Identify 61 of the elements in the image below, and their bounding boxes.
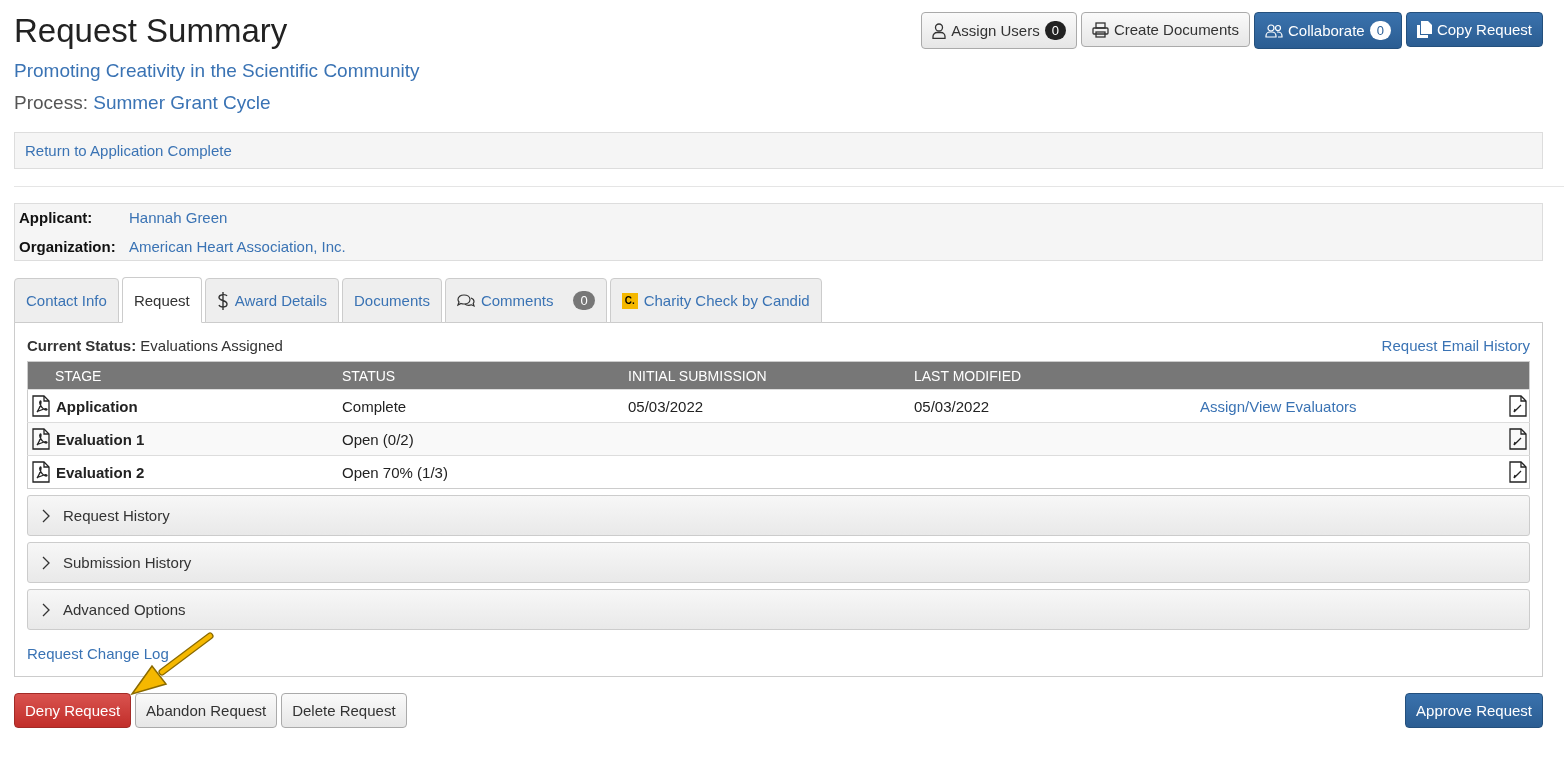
page-title: Request Summary [14,12,289,50]
chat-icon [456,293,475,308]
table-cell: Open 70% (1/3) [342,463,448,481]
users-icon [1265,23,1283,38]
field-label: Applicant: [19,209,93,226]
table-cell: 05/03/2022 [914,397,990,415]
header-button[interactable]: Assign Users 0 [921,12,1077,49]
header-button[interactable]: Collaborate 0 [1254,12,1402,49]
collapsible-section[interactable]: Advanced Options [27,589,1530,630]
field-link[interactable]: American Heart Association, Inc. [129,238,346,255]
action-button[interactable]: Approve Request [1405,693,1543,728]
dollar-icon [216,290,229,311]
tab[interactable]: Documents [342,278,442,323]
column-header: STATUS [342,361,628,390]
current-status: Current Status: Evaluations Assigned [27,337,283,354]
process-link[interactable]: Summer Grant Cycle [93,92,271,113]
field-label: Organization: [19,238,116,255]
column-header: STAGE [27,361,342,390]
return-link[interactable]: Return to Application Complete [25,142,232,159]
process-label: Process: [14,92,88,113]
collapsible-section[interactable]: Submission History [27,542,1530,583]
chevron-right-icon [42,555,51,570]
printer-icon [1091,21,1109,38]
chevron-right-icon [42,508,51,523]
tab[interactable]: Comments 0 [444,278,607,323]
request-title-link[interactable]: Promoting Creativity in the Scientific Community [14,60,420,81]
stage-name: Evaluation 1 [56,430,145,448]
pdf-file-icon[interactable] [32,428,50,450]
candid-logo: C. [621,292,638,309]
field-link[interactable]: Hannah Green [129,209,228,226]
edit-file-icon[interactable] [1509,395,1527,417]
table-cell: Complete [342,397,407,415]
edit-file-icon[interactable] [1509,428,1527,450]
tab[interactable]: C. Charity Check by Candid [609,278,822,323]
copy-icon [1416,21,1432,38]
action-button[interactable]: Delete Request [281,693,407,728]
user-icon [932,22,947,39]
count-badge: 0 [1369,21,1391,40]
tab[interactable]: Request [121,277,202,323]
action-button[interactable]: Abandon Request [135,693,278,728]
action-button[interactable]: Deny Request [14,693,132,728]
table-cell: 05/03/2022 [628,397,704,415]
stage-name: Evaluation 2 [56,463,145,481]
header-button[interactable]: Copy Request [1405,12,1543,47]
change-log-link[interactable]: Request Change Log [27,645,169,662]
edit-file-icon[interactable] [1509,461,1527,483]
count-badge: 0 [1044,21,1066,40]
column-header: LAST MODIFIED [914,361,1200,390]
evaluators-link[interactable]: Assign/View Evaluators [1200,397,1357,415]
column-header: INITIAL SUBMISSION [628,361,914,390]
pdf-file-icon[interactable] [32,395,50,417]
email-history-link[interactable]: Request Email History [1381,337,1530,354]
pdf-file-icon[interactable] [32,461,50,483]
tab[interactable]: Contact Info [14,278,119,323]
chevron-right-icon [42,602,51,617]
stage-name: Application [56,397,138,415]
collapsible-section[interactable]: Request History [27,495,1530,536]
count-badge: 0 [573,291,595,310]
table-cell: Open (0/2) [342,430,414,448]
header-button[interactable]: Create Documents [1080,12,1250,47]
tab[interactable]: Award Details [204,278,340,323]
